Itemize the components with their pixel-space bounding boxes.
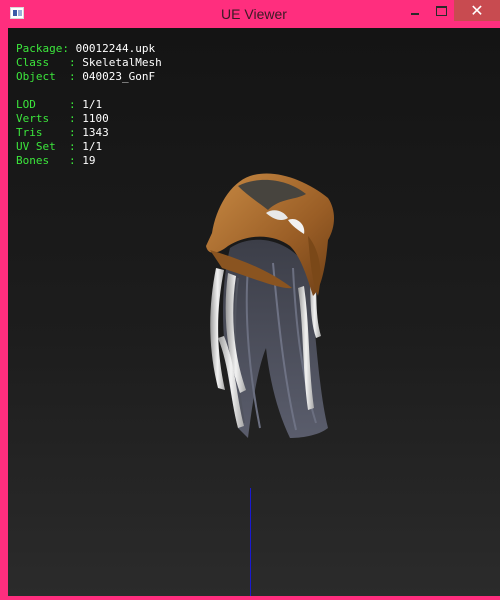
info-tris-label: Tris :: [16, 126, 83, 139]
info-verts-value: 1100: [82, 112, 109, 125]
info-uvset: UV Set : 1/1: [16, 140, 162, 154]
info-object-value: 040023_GonF: [82, 70, 156, 83]
vertical-axis-line: [250, 488, 251, 596]
minimize-icon: [411, 13, 419, 15]
info-package-value: 00012244.upk: [75, 42, 156, 55]
info-object: Object : 040023_GonF: [16, 70, 162, 84]
mesh-info-overlay: Package: 00012244.upk Class : SkeletalMe…: [16, 42, 162, 168]
info-class-label: Class :: [16, 56, 83, 69]
title-bar[interactable]: UE Viewer ✕: [4, 0, 500, 28]
skeletal-mesh-model[interactable]: [178, 138, 348, 438]
close-button[interactable]: ✕: [454, 0, 500, 21]
info-package-label: Package:: [16, 42, 76, 55]
info-uvset-label: UV Set :: [16, 140, 83, 153]
info-bones-value: 19: [82, 154, 96, 167]
maximize-button[interactable]: [428, 0, 454, 21]
info-tris: Tris : 1343: [16, 126, 162, 140]
minimize-button[interactable]: [402, 0, 428, 21]
info-lod-value: 1/1: [82, 98, 103, 111]
info-verts: Verts : 1100: [16, 112, 162, 126]
white-strands: [210, 268, 225, 390]
info-class-value: SkeletalMesh: [82, 56, 162, 69]
info-package: Package: 00012244.upk: [16, 42, 162, 56]
info-object-label: Object :: [16, 70, 83, 83]
info-uvset-value: 1/1: [82, 140, 103, 153]
info-bones: Bones : 19: [16, 154, 162, 168]
info-lod-label: LOD :: [16, 98, 83, 111]
close-icon: ✕: [470, 1, 484, 20]
info-verts-label: Verts :: [16, 112, 83, 125]
info-bones-label: Bones :: [16, 154, 83, 167]
maximize-icon: [436, 6, 447, 16]
info-tris-value: 1343: [82, 126, 109, 139]
info-class: Class : SkeletalMesh: [16, 56, 162, 70]
app-window: UE Viewer ✕ Package: 00012244.upk Class …: [0, 0, 500, 600]
info-lod: LOD : 1/1: [16, 98, 162, 112]
3d-viewport[interactable]: Package: 00012244.upk Class : SkeletalMe…: [8, 28, 500, 596]
